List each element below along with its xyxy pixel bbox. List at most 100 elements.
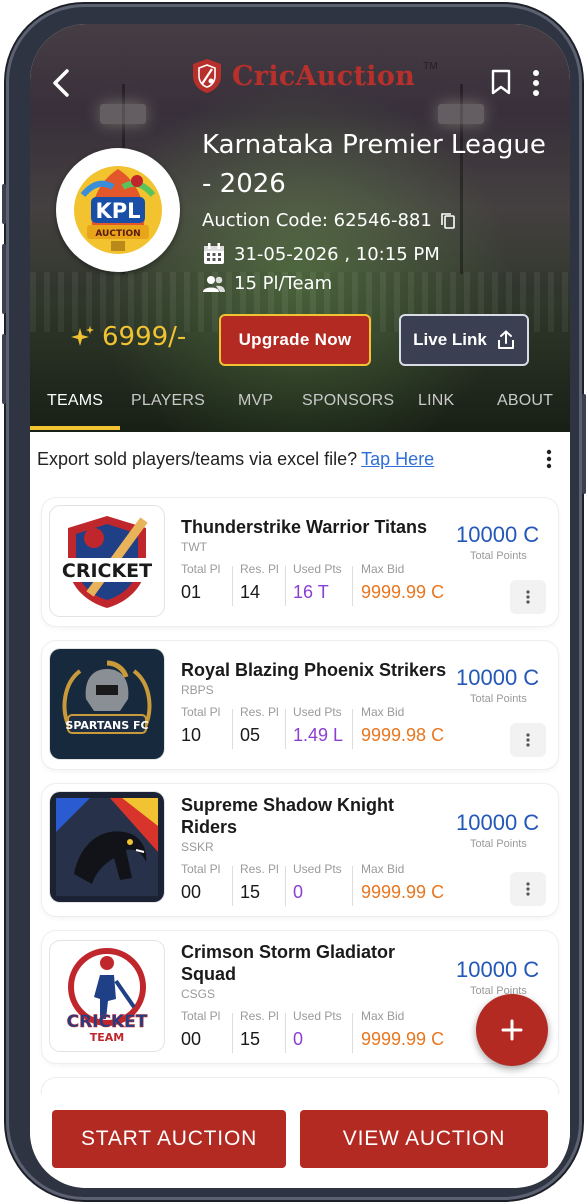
tab-sponsors[interactable]: SPONSORS	[302, 392, 394, 410]
phone-button	[582, 394, 586, 494]
max-bid-stat: Max Bid 9999.98 C	[361, 705, 444, 746]
stat-value: 05	[240, 725, 261, 745]
max-bid-stat: Max Bid 9999.99 C	[361, 862, 444, 903]
view-auction-button[interactable]: VIEW AUCTION	[300, 1110, 548, 1168]
divider	[352, 1013, 353, 1053]
bookmark-icon[interactable]	[490, 68, 512, 96]
phone-frame: CricAuction TM KPL AUCTION Karnataka Pre…	[2, 4, 586, 1200]
tab-players[interactable]: PLAYERS	[131, 392, 205, 410]
team-logo-emblem: SPARTANS FC	[62, 660, 152, 734]
logo-subtext: AUCTION	[95, 229, 140, 239]
tab-mvp[interactable]: MVP	[238, 392, 273, 410]
tab-bar: TEAMS PLAYERS MVP SPONSORS LINK ABOUT	[30, 386, 570, 432]
total-points-value: 10000 C	[456, 957, 540, 982]
tab-link[interactable]: LINK	[418, 392, 454, 410]
total-points-value: 10000 C	[456, 810, 540, 835]
brand-logo: CricAuction TM	[190, 56, 438, 96]
team-logo-text: CRICKET	[62, 560, 152, 582]
points-value: 6999/-	[102, 322, 187, 352]
league-logo: KPL AUCTION	[56, 148, 180, 272]
stat-value: 14	[240, 582, 261, 602]
stat-value: 9999.99 C	[361, 1029, 445, 1049]
divider	[285, 566, 286, 606]
reserved-players-stat: Res. Pl 14	[240, 562, 279, 603]
start-auction-button[interactable]: START AUCTION	[52, 1110, 286, 1168]
stat-label: Res. Pl	[240, 862, 279, 876]
team-code: RBPS	[181, 683, 214, 697]
reserved-players-stat: Res. Pl 05	[240, 705, 279, 746]
stat-value: 9999.98 C	[361, 725, 445, 745]
live-link-button[interactable]: Live Link	[399, 314, 529, 366]
back-arrow-icon[interactable]	[48, 68, 78, 98]
team-card[interactable]: SPARTANS FC Royal Blazing Phoenix Strike…	[42, 641, 558, 769]
stat-label: Res. Pl	[240, 705, 279, 719]
team-logo: SPARTANS FC	[50, 649, 164, 759]
stat-value: 00	[181, 1029, 202, 1049]
total-points-label: Total Points	[470, 550, 527, 562]
view-auction-label: VIEW AUCTION	[342, 1127, 506, 1150]
kebab-icon	[526, 590, 530, 604]
more-options-icon[interactable]	[530, 68, 542, 98]
total-points-label: Total Points	[470, 693, 527, 705]
calendar-icon	[204, 243, 224, 264]
stat-value: 9999.99 C	[361, 882, 445, 902]
divider	[285, 709, 286, 749]
stat-label: Max Bid	[361, 1009, 405, 1023]
stat-value: 01	[181, 582, 202, 602]
stat-value: 10	[181, 725, 202, 745]
team-name: Supreme Shadow Knight Riders	[181, 795, 395, 837]
max-bid-stat: Max Bid 9999.99 C	[361, 1009, 444, 1050]
league-logo-emblem: KPL AUCTION	[74, 166, 162, 254]
stat-label: Max Bid	[361, 562, 405, 576]
team-name: Thunderstrike Warrior Titans	[181, 517, 428, 537]
used-points-stat: Used Pts 1.49 L	[293, 705, 343, 746]
team-logo-text: SPARTANS FC	[65, 719, 148, 732]
phone-button	[2, 184, 6, 224]
tab-teams[interactable]: TEAMS	[47, 392, 103, 410]
add-team-button[interactable]	[476, 994, 548, 1066]
team-card[interactable]: Supreme Shadow Knight Riders SSKR Total …	[42, 784, 558, 916]
app-screen: CricAuction TM KPL AUCTION Karnataka Pre…	[30, 24, 570, 1188]
phone-button	[2, 334, 6, 404]
team-name: Royal Blazing Phoenix Strikers	[181, 660, 447, 680]
team-logo: CRICKET	[50, 506, 164, 616]
brand-trademark: TM	[423, 60, 438, 72]
team-menu-button[interactable]	[510, 872, 546, 906]
bottom-action-bar: START AUCTION VIEW AUCTION	[30, 1094, 570, 1188]
tab-about[interactable]: ABOUT	[497, 392, 553, 410]
wallet-points: 6999/-	[70, 322, 186, 352]
divider	[232, 566, 233, 606]
team-logo-emblem: CRICKET	[58, 516, 156, 608]
team-logo-emblem: CRICKET TEAM	[66, 948, 148, 1044]
players-per-team-row: 15 Pl/Team	[202, 273, 332, 294]
team-card[interactable]: CRICKET Thunderstrike Warrior Titans TWT…	[42, 498, 558, 626]
reserved-players-stat: Res. Pl 15	[240, 1009, 279, 1050]
stat-value: 1.49 L	[293, 725, 344, 745]
brand-name: CricAuction	[232, 60, 416, 92]
team-logo	[50, 792, 164, 902]
team-code: SSKR	[181, 840, 214, 854]
upgrade-now-button[interactable]: Upgrade Now	[219, 314, 371, 366]
copy-icon[interactable]	[440, 212, 456, 230]
auction-code: Auction Code: 62546-881	[202, 210, 432, 231]
stat-value: 9999.99 C	[361, 582, 445, 602]
floodlight	[100, 104, 146, 124]
team-menu-button[interactable]	[510, 723, 546, 757]
floodlight	[438, 104, 484, 124]
kebab-icon	[526, 882, 530, 896]
stat-label: Max Bid	[361, 705, 405, 719]
team-code: TWT	[181, 540, 207, 554]
divider	[352, 866, 353, 906]
divider	[232, 709, 233, 749]
stat-value: 0	[293, 1029, 304, 1049]
divider	[285, 866, 286, 906]
team-menu-button[interactable]	[510, 580, 546, 614]
auction-datetime: 31-05-2026 , 10:15 PM	[234, 243, 440, 265]
sparkle-icon	[71, 326, 94, 346]
stat-value: 15	[240, 1029, 261, 1049]
divider	[232, 1013, 233, 1053]
auction-code-row: Auction Code: 62546-881	[202, 210, 456, 231]
export-more-icon[interactable]	[544, 448, 554, 470]
tap-here-link[interactable]: Tap Here	[361, 449, 434, 470]
stat-value: 16 T	[293, 582, 329, 602]
